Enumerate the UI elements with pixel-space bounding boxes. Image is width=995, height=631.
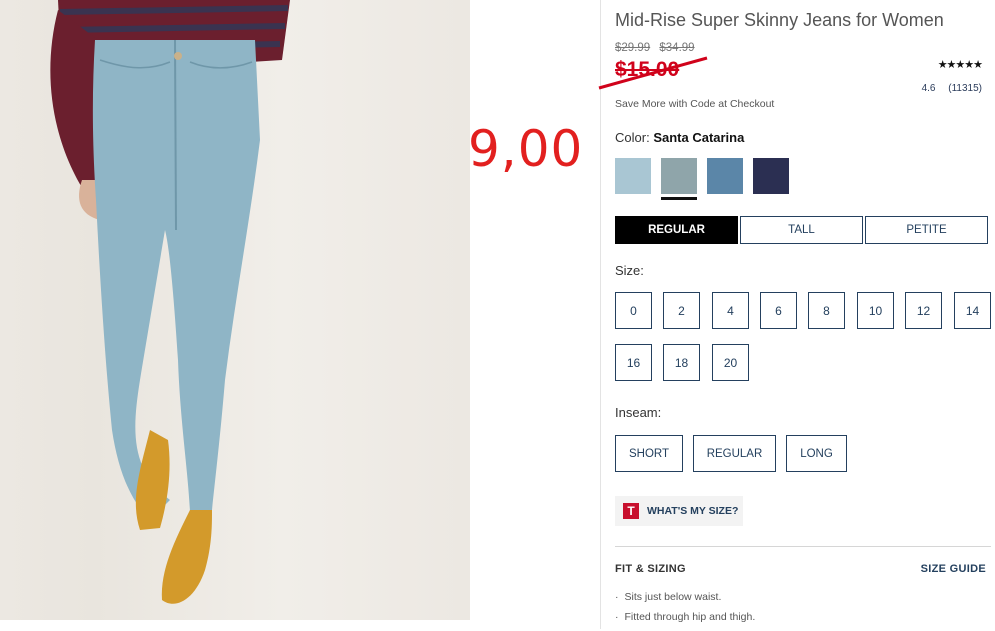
true-fit-logo-icon: T [623,503,639,519]
review-count-link[interactable]: (11315) [948,83,982,94]
tab-tall[interactable]: TALL [740,216,863,244]
inseam-label: Inseam: [615,405,662,420]
size-option-8[interactable]: 8 [808,292,845,329]
promo-text: Save More with Code at Checkout [615,98,775,110]
color-label: Color: Santa Catarina [615,130,745,145]
inseam-short-button[interactable]: SHORT [615,435,683,472]
size-label: Size: [615,263,644,278]
rating-block[interactable]: ★★★★★ 4.6 (11315) [912,58,983,94]
product-details-panel: Mid-Rise Super Skinny Jeans for Women $2… [598,0,995,631]
color-swatch-3[interactable] [707,158,743,194]
selected-color-name: Santa Catarina [653,130,745,145]
jeans-illustration [50,0,290,604]
fit-bullets: Sits just below waist. Fitted through hi… [615,591,756,631]
size-guide-link[interactable]: SIZE GUIDE [921,563,986,575]
size-option-2[interactable]: 2 [663,292,700,329]
color-swatches [615,158,789,200]
whats-my-size-button[interactable]: T WHAT'S MY SIZE? [615,496,743,526]
whats-my-size-label: WHAT'S MY SIZE? [647,505,739,517]
size-option-6[interactable]: 6 [760,292,797,329]
size-option-4[interactable]: 4 [712,292,749,329]
size-option-12[interactable]: 12 [905,292,942,329]
rating-stars-icon: ★★★★★ [937,59,983,71]
product-photo [0,0,470,620]
tab-regular[interactable]: REGULAR [615,216,738,244]
size-option-10[interactable]: 10 [857,292,894,329]
inseam-long-button[interactable]: LONG [786,435,847,472]
red-strike-scribble [598,56,708,90]
tab-petite[interactable]: PETITE [865,216,988,244]
color-swatch-2-selected[interactable] [661,158,697,200]
color-swatch-1[interactable] [615,158,651,194]
size-option-18[interactable]: 18 [663,344,700,381]
inseam-regular-button[interactable]: REGULAR [693,435,776,472]
fit-bullet-1: Sits just below waist. [615,591,755,603]
rating-value: 4.6 [921,83,936,94]
fit-sizing-heading: FIT & SIZING [615,563,686,575]
divider [615,546,991,547]
fit-bullet-2: Fitted through hip and thigh. [615,611,756,623]
size-option-16[interactable]: 16 [615,344,652,381]
size-option-20[interactable]: 20 [712,344,749,381]
product-title: Mid-Rise Super Skinny Jeans for Women [615,10,944,30]
handwritten-price-annotation: 9,00 [468,120,584,178]
fit-tabs: REGULAR TALL PETITE [615,216,990,244]
size-option-0[interactable]: 0 [615,292,652,329]
color-swatch-4[interactable] [753,158,789,194]
size-option-14[interactable]: 14 [954,292,991,329]
